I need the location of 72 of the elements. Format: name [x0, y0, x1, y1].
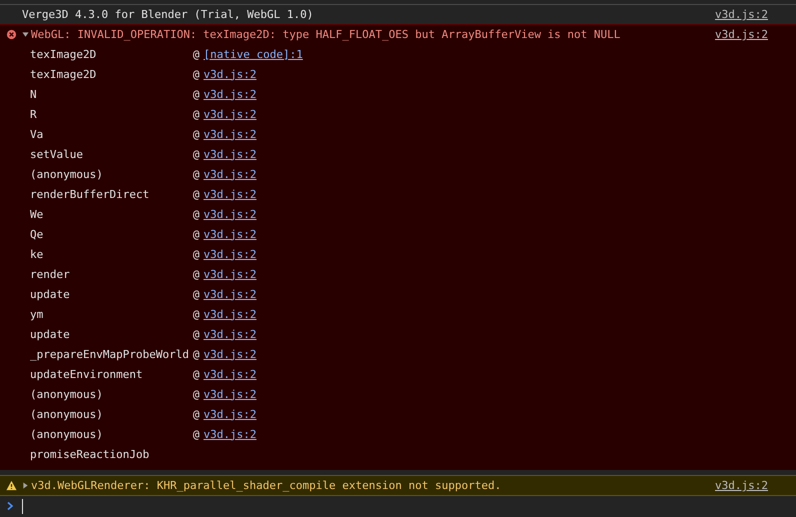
at-sign: @ — [192, 208, 200, 220]
function-name: updateEnvironment — [30, 368, 144, 380]
location-link[interactable]: v3d.js:2 — [204, 248, 257, 260]
at-sign: @ — [192, 428, 200, 440]
location-link[interactable]: v3d.js:2 — [204, 428, 257, 440]
location-link[interactable]: v3d.js:2 — [204, 68, 257, 80]
source-link[interactable]: v3d.js:2 — [715, 8, 768, 21]
location-link[interactable]: v3d.js:2 — [204, 368, 257, 380]
at-sign: @ — [192, 128, 200, 140]
function-name: We — [30, 208, 44, 220]
function-name: texImage2D — [30, 48, 98, 60]
source-link[interactable]: v3d.js:2 — [715, 28, 768, 41]
location-link[interactable]: v3d.js:2 — [204, 408, 257, 420]
message-text: Verge3D 4.3.0 for Blender (Trial, WebGL 1.0) — [22, 8, 314, 21]
function-name: setValue — [30, 148, 84, 160]
at-sign: @ — [192, 328, 200, 340]
function-name: Va — [30, 128, 44, 140]
location-link[interactable]: v3d.js:2 — [204, 148, 257, 160]
at-sign: @ — [192, 288, 200, 300]
at-sign: @ — [192, 108, 200, 120]
function-name: Qe — [30, 228, 44, 240]
collapse-triangle-icon[interactable] — [22, 31, 29, 38]
at-sign: @ — [192, 68, 200, 80]
location-link[interactable]: v3d.js:2 — [204, 128, 257, 140]
location-link[interactable]: v3d.js:2 — [204, 308, 257, 320]
location-link[interactable]: v3d.js:2 — [204, 88, 257, 100]
function-name: render — [30, 268, 71, 280]
function-name: (anonymous) — [30, 408, 104, 420]
location-link[interactable]: v3d.js:2 — [204, 388, 257, 400]
location-link[interactable]: v3d.js:2 — [204, 108, 257, 120]
function-name: texImage2D — [30, 68, 98, 80]
location-link[interactable]: v3d.js:2 — [204, 188, 257, 200]
message-text: WebGL: INVALID_OPERATION: texImage2D: type HALF_FLOAT_OES but ArrayBufferView is not NULL — [31, 28, 620, 41]
expand-triangle-icon[interactable] — [22, 482, 29, 489]
location-link[interactable]: v3d.js:2 — [204, 168, 257, 180]
function-name: ke — [30, 248, 44, 260]
function-name: (anonymous) — [30, 428, 104, 440]
at-sign: @ — [192, 388, 200, 400]
location-link[interactable]: v3d.js:2 — [204, 348, 257, 360]
at-sign: @ — [192, 308, 200, 320]
at-sign: @ — [192, 348, 200, 360]
at-sign: @ — [192, 48, 200, 60]
location-link[interactable]: [native code]:1 — [204, 48, 303, 60]
prompt-chevron-icon — [6, 501, 14, 511]
at-sign: @ — [192, 248, 200, 260]
function-name: promiseReactionJob — [30, 448, 150, 460]
function-name: _prepareEnvMapProbeWorld — [30, 348, 190, 360]
function-name: (anonymous) — [30, 388, 104, 400]
at-sign: @ — [192, 148, 200, 160]
function-name: update — [30, 288, 71, 300]
location-link[interactable]: v3d.js:2 — [204, 328, 257, 340]
function-name: (anonymous) — [30, 168, 104, 180]
at-sign: @ — [192, 228, 200, 240]
location-link[interactable]: v3d.js:2 — [204, 208, 257, 220]
at-sign: @ — [192, 188, 200, 200]
function-name: renderBufferDirect — [30, 188, 150, 200]
location-link[interactable]: v3d.js:2 — [204, 268, 257, 280]
at-sign: @ — [192, 168, 200, 180]
source-link[interactable]: v3d.js:2 — [715, 479, 768, 492]
location-link[interactable]: v3d.js:2 — [204, 288, 257, 300]
function-name: update — [30, 328, 71, 340]
location-link[interactable]: v3d.js:2 — [204, 228, 257, 240]
at-sign: @ — [192, 268, 200, 280]
at-sign: @ — [192, 88, 200, 100]
warning-icon — [6, 480, 16, 491]
function-name: ym — [30, 308, 44, 320]
message-text: v3d.WebGLRenderer: KHR_parallel_shader_compile extension not supported. — [31, 479, 502, 492]
error-icon — [6, 29, 16, 40]
at-sign: @ — [192, 368, 200, 380]
function-name: R — [30, 108, 38, 120]
function-name: N — [30, 88, 38, 100]
at-sign: @ — [192, 408, 200, 420]
